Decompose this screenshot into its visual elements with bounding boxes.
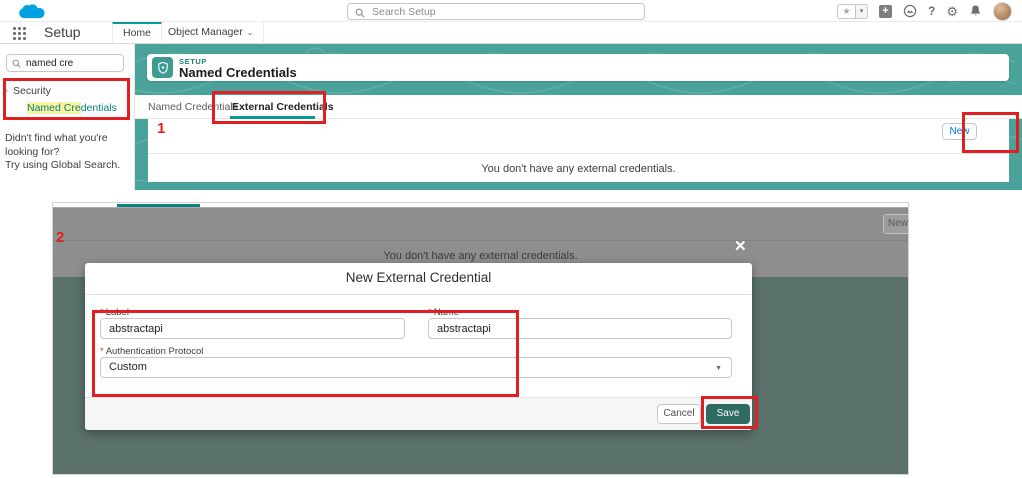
search-rest: dentials — [81, 102, 117, 114]
modal-title: New External Credential — [85, 263, 752, 295]
global-search-input[interactable] — [348, 4, 644, 19]
user-avatar[interactable] — [993, 2, 1012, 21]
favorite-star-icon[interactable]: ★ — [838, 6, 855, 17]
app-launcher-icon[interactable] — [13, 27, 26, 40]
setup-sidebar: ⌄ Security Named Credentials Didn't find… — [0, 44, 135, 190]
page-title: Named Credentials — [179, 65, 297, 80]
app-name-label: Setup — [44, 24, 81, 40]
page-tab-bar: Named Credentials External Credentials — [135, 95, 1022, 119]
external-credentials-panel: New You don't have any external credenti… — [148, 119, 1009, 182]
name-input[interactable] — [428, 318, 732, 339]
sidebar-section-security[interactable]: Security — [13, 85, 51, 97]
required-marker: * — [100, 307, 104, 318]
close-icon[interactable]: ✕ — [734, 239, 747, 254]
toolbar-divider — [148, 153, 1009, 154]
modal-footer: Cancel Save — [85, 397, 752, 430]
new-button[interactable]: New — [942, 123, 977, 140]
new-button-dimmed: New — [883, 214, 908, 234]
global-header: ★ ▾ + ? ⚙ — [0, 0, 1022, 22]
name-field-label: *Name — [428, 307, 459, 318]
label-text: Label — [106, 307, 129, 318]
salesforce-logo-icon — [16, 2, 46, 22]
global-search — [347, 3, 645, 20]
header-actions: ★ ▾ + ? ⚙ — [837, 0, 1012, 22]
not-found-line2: Try using Global Search. — [5, 159, 132, 173]
global-actions-icon[interactable]: + — [879, 5, 892, 18]
empty-state-text-dimmed: You don't have any external credentials. — [53, 250, 908, 262]
tab-underline-remnant — [117, 204, 200, 207]
empty-state-text: You don't have any external credentials. — [148, 163, 1009, 175]
required-marker: * — [428, 307, 432, 318]
sidebar-item-named-credentials[interactable]: Named Credentials — [27, 102, 117, 114]
named-credentials-shield-icon — [152, 57, 173, 78]
notifications-bell-icon[interactable] — [969, 4, 982, 18]
nav-tab-object-manager[interactable]: Object Manager ⌄ — [158, 22, 264, 44]
tab-named-credentials[interactable]: Named Credentials — [148, 101, 238, 113]
quick-find-input[interactable] — [7, 55, 123, 71]
select-caret-icon: ▼ — [715, 358, 722, 379]
label-field-label: *Label — [100, 307, 129, 318]
modal-screenshot: New You don't have any external credenti… — [53, 203, 908, 474]
tab-external-credentials[interactable]: External Credentials — [232, 101, 334, 113]
not-found-hint: Didn't find what you're looking for? Try… — [5, 132, 132, 173]
search-highlight: Named Cre — [27, 102, 81, 114]
toolbar-divider-dimmed — [53, 240, 908, 241]
chevron-down-icon: ⌄ — [247, 28, 254, 37]
nav-tab-object-manager-label: Object Manager — [168, 26, 243, 38]
save-button[interactable]: Save — [706, 404, 750, 424]
label-text: Authentication Protocol — [106, 346, 204, 357]
quick-find — [6, 54, 124, 72]
new-external-credential-modal: New External Credential *Label *Name *Au… — [85, 263, 752, 430]
screenshot-canvas: ★ ▾ + ? ⚙ Setup Home Object Manager ⌄ — [0, 0, 1022, 478]
selected-option: Custom — [109, 361, 147, 373]
section-chevron-icon[interactable]: ⌄ — [2, 84, 10, 95]
label-text: Name — [434, 307, 459, 318]
setup-nav-bar: Setup Home Object Manager ⌄ — [0, 22, 1022, 44]
label-input[interactable] — [100, 318, 405, 339]
favorites-dropdown-icon[interactable]: ▾ — [855, 5, 867, 18]
not-found-line1: Didn't find what you're looking for? — [5, 132, 132, 159]
favorites-control[interactable]: ★ ▾ — [837, 4, 868, 19]
setup-gear-icon[interactable]: ⚙ — [946, 5, 958, 18]
required-marker: * — [100, 346, 104, 357]
setup-main-region: SETUP Named Credentials Named Credential… — [135, 44, 1022, 190]
annotation-step-1: 1 — [157, 120, 165, 137]
auth-protocol-select[interactable]: Custom ▼ — [100, 357, 732, 378]
annotation-step-2: 2 — [56, 229, 64, 246]
auth-protocol-field-label: *Authentication Protocol — [100, 346, 203, 357]
help-icon[interactable]: ? — [928, 4, 935, 18]
trailhead-icon[interactable] — [903, 4, 917, 18]
nav-tab-home-label: Home — [123, 27, 151, 39]
cancel-button[interactable]: Cancel — [657, 404, 701, 424]
page-header-card: SETUP Named Credentials — [147, 54, 1009, 81]
nav-tab-home[interactable]: Home — [112, 22, 162, 44]
